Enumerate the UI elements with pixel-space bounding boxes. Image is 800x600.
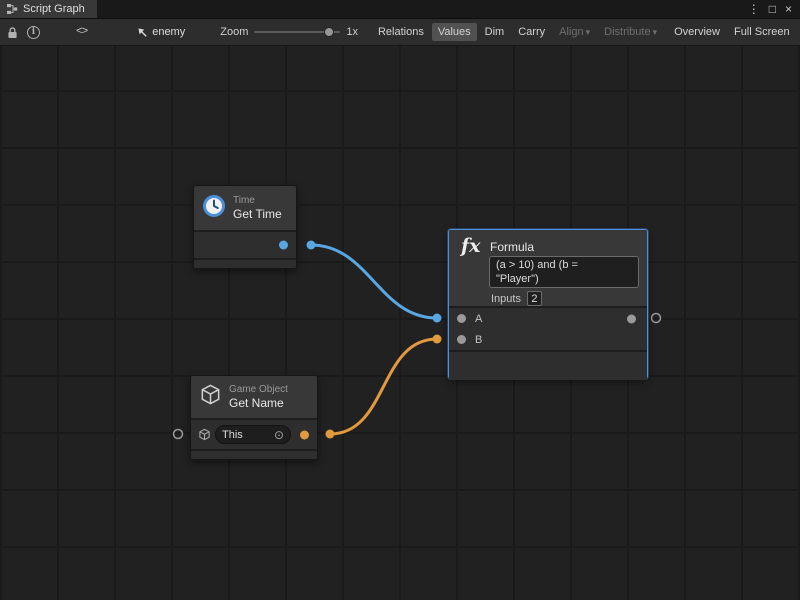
node-formula[interactable]: fx Formula (a > 10) and (b = "Player") I… <box>448 229 648 379</box>
zoom-slider[interactable] <box>254 27 340 37</box>
target-object-value: This <box>222 429 243 441</box>
inputs-label: Inputs <box>491 293 521 305</box>
wire-get-time-to-formula-a[interactable] <box>311 245 437 318</box>
clock-icon <box>202 194 226 223</box>
formula-footer <box>449 352 647 380</box>
formula-header[interactable]: fx Formula (a > 10) and (b = "Player") I… <box>449 230 647 306</box>
get-time-port-row <box>194 232 296 258</box>
graph-pointer-icon <box>136 26 148 38</box>
zoom-label: Zoom <box>220 26 248 38</box>
lock-icon[interactable] <box>7 26 18 39</box>
graph-reference[interactable]: enemy <box>152 26 185 38</box>
carry-button[interactable]: Carry <box>512 23 551 41</box>
overview-button[interactable]: Overview <box>668 23 726 41</box>
graph-toolbar: i <> enemy Zoom 1x Relations Values Dim … <box>0 19 800 46</box>
game-object-cube-icon <box>199 383 222 411</box>
object-picker-icon[interactable]: ⊙ <box>274 429 284 441</box>
formula-input-a-port[interactable] <box>457 314 466 323</box>
window-menu-button[interactable]: ⋮ <box>748 3 760 15</box>
chevron-down-icon: ▾ <box>586 27 591 37</box>
info-icon[interactable]: i <box>27 26 40 39</box>
get-name-output-connection-dot[interactable] <box>326 430 335 439</box>
maximize-button[interactable]: □ <box>769 3 776 15</box>
get-name-output-port[interactable] <box>300 430 309 439</box>
node-category: Game Object <box>229 384 288 396</box>
zoom-value: 1x <box>346 26 358 38</box>
target-object-field[interactable]: This ⊙ <box>215 425 291 444</box>
values-button[interactable]: Values <box>432 23 477 41</box>
formula-ports: A B <box>449 308 647 350</box>
node-category: Time <box>233 195 282 207</box>
get-name-footer <box>191 451 317 459</box>
inputs-count-field[interactable]: 2 <box>527 291 542 306</box>
get-time-header[interactable]: Time Get Time <box>194 186 296 230</box>
formula-input-a-connection-dot[interactable] <box>433 314 442 323</box>
formula-output-port[interactable] <box>627 314 636 323</box>
script-graph-icon <box>6 3 18 15</box>
tab-script-graph[interactable]: Script Graph <box>0 0 97 18</box>
get-name-port-row: This ⊙ <box>191 420 317 449</box>
port-label-a: A <box>475 313 482 325</box>
code-view-icon[interactable]: <> <box>76 26 87 38</box>
formula-expression-input[interactable]: (a > 10) and (b = "Player") <box>489 256 639 288</box>
node-title: Formula <box>490 240 534 254</box>
align-dropdown: Align▾ <box>553 23 596 41</box>
zoom-slider-handle[interactable] <box>324 27 334 37</box>
wire-get-name-to-formula-b[interactable] <box>330 339 437 434</box>
formula-output-port-ring[interactable] <box>652 314 661 323</box>
window-controls: ⋮ □ × <box>748 0 800 18</box>
dim-button[interactable]: Dim <box>479 23 511 41</box>
node-title: Get Time <box>233 207 282 221</box>
full-screen-button[interactable]: Full Screen <box>728 23 796 41</box>
formula-fx-icon: fx <box>461 235 481 257</box>
cube-mini-icon <box>198 428 211 441</box>
graph-canvas[interactable]: Time Get Time fx Formula (a > 10) and (b… <box>0 46 800 600</box>
get-time-footer <box>194 260 296 268</box>
close-button[interactable]: × <box>785 3 792 15</box>
node-get-time[interactable]: Time Get Time <box>193 185 297 269</box>
get-name-target-port-ring[interactable] <box>174 430 183 439</box>
port-label-b: B <box>475 334 482 346</box>
wires-layer <box>0 46 800 600</box>
title-bar: Script Graph ⋮ □ × <box>0 0 800 19</box>
formula-input-b-connection-dot[interactable] <box>433 335 442 344</box>
formula-input-b-port[interactable] <box>457 335 466 344</box>
get-name-header[interactable]: Game Object Get Name <box>191 376 317 418</box>
formula-port-row-b: B <box>449 329 647 350</box>
node-get-name[interactable]: Game Object Get Name This ⊙ <box>190 375 318 460</box>
node-title: Get Name <box>229 396 288 410</box>
chevron-down-icon: ▾ <box>653 27 658 37</box>
expression-line: "Player") <box>496 273 632 287</box>
expression-line: (a > 10) and (b = <box>496 259 632 273</box>
get-time-output-connection-dot[interactable] <box>307 241 316 250</box>
formula-port-row-a: A <box>449 308 647 329</box>
tab-label: Script Graph <box>23 3 85 15</box>
distribute-dropdown: Distribute▾ <box>598 23 663 41</box>
relations-button[interactable]: Relations <box>372 23 430 41</box>
get-time-output-port[interactable] <box>279 241 288 250</box>
